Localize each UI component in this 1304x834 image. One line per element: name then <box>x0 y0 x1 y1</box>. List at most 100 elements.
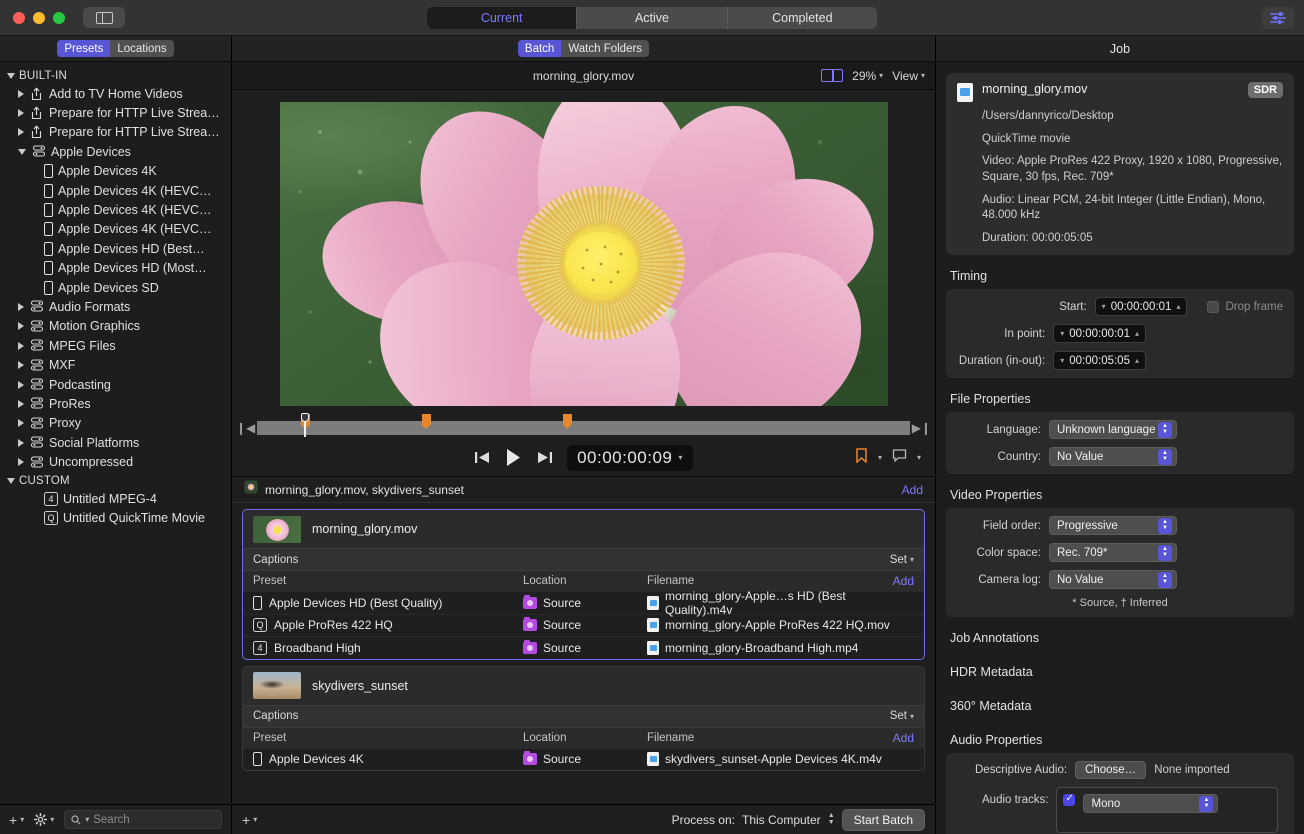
section-title-job-annotations[interactable]: Job Annotations <box>950 631 1294 645</box>
disclosure-triangle-icon[interactable] <box>18 128 24 137</box>
disclosure-triangle-icon[interactable] <box>18 438 24 447</box>
audio-track-select[interactable]: Mono ▲ ▼ <box>1083 794 1219 814</box>
output-row[interactable]: Apple Devices HD (Best Quality) Source m… <box>243 589 924 617</box>
job-card-morning-glory[interactable]: morning_glory.mov Captions Set ▾ Preset … <box>242 509 925 660</box>
chevron-up-icon[interactable]: ▴ <box>1135 356 1139 365</box>
process-on-value[interactable]: This Computer <box>742 813 821 827</box>
center-tab-group[interactable]: Batch Watch Folders <box>517 40 650 57</box>
close-window-button[interactable] <box>13 11 25 24</box>
language-select[interactable]: Unknown language ▲ ▼ <box>1049 420 1177 440</box>
scrub-end-icon[interactable]: ▶❙ <box>912 422 931 434</box>
output-row[interactable]: 4 Broadband High Source morning_glory-Br… <box>243 636 924 659</box>
output-add-link[interactable]: Add <box>893 574 914 588</box>
audio-track-checkbox[interactable] <box>1063 793 1076 807</box>
caption-bubble-icon[interactable] <box>892 448 907 467</box>
presets-locations-toggle[interactable]: Presets Locations <box>57 40 174 57</box>
maximize-window-button[interactable] <box>53 11 65 24</box>
disclosure-triangle-icon[interactable] <box>18 380 24 389</box>
skip-to-end-icon[interactable] <box>536 450 553 465</box>
audio-tracks-list[interactable]: Mono ▲▼ <box>1056 787 1279 834</box>
tree-item-proxy[interactable]: Proxy <box>0 414 231 433</box>
disclosure-triangle-icon[interactable] <box>18 399 24 408</box>
play-icon[interactable] <box>505 448 522 467</box>
disclosure-triangle-icon[interactable] <box>18 302 24 311</box>
chevron-up-icon[interactable]: ▴ <box>1176 302 1180 311</box>
timeline-marker[interactable] <box>563 414 573 429</box>
output-add-link[interactable]: Add <box>893 731 914 745</box>
sidebar-toggle-button[interactable] <box>83 7 125 28</box>
minimize-window-button[interactable] <box>33 11 45 24</box>
view-mode-segmented-control[interactable]: Current Active Completed <box>427 6 877 29</box>
tree-item-apple-devices-hd-most[interactable]: Apple Devices HD (Most… <box>0 259 231 278</box>
search-input[interactable]: ▾ Search <box>64 810 222 829</box>
job-card-skydivers-sunset[interactable]: skydivers_sunset Captions Set ▾ Preset L… <box>242 665 925 771</box>
inspector-toggle-button[interactable] <box>1262 6 1294 29</box>
add-job-button[interactable]: + ▾ <box>242 812 257 828</box>
scrubber-track[interactable] <box>257 413 910 437</box>
start-timecode-field[interactable]: ▾ 00:00:00:01 ▴ <box>1094 297 1188 317</box>
tree-item-audio-formats[interactable]: Audio Formats <box>0 297 231 316</box>
tree-item-apple-devices[interactable]: Apple Devices <box>0 142 231 161</box>
tab-active[interactable]: Active <box>577 6 728 29</box>
camera-log-select[interactable]: No Value ▲ ▼ <box>1049 570 1177 590</box>
split-view-icon[interactable] <box>821 69 844 82</box>
duration-timecode-field[interactable]: ▾ 00:00:05:05 ▴ <box>1053 351 1146 371</box>
view-menu-dropdown[interactable]: View ▾ <box>892 69 925 83</box>
tree-item-apple-devices-4k-hevc-2[interactable]: Apple Devices 4K (HEVC… <box>0 200 231 219</box>
tab-completed[interactable]: Completed <box>728 7 877 29</box>
output-row[interactable]: Apple Devices 4K Source skydivers_sunset… <box>243 747 924 770</box>
skip-to-start-icon[interactable] <box>474 450 491 465</box>
disclosure-triangle-icon[interactable] <box>7 73 15 79</box>
preset-settings-button[interactable]: ▾ <box>34 813 54 826</box>
color-space-select[interactable]: Rec. 709* ▲ ▼ <box>1049 543 1177 563</box>
tab-watch-folders[interactable]: Watch Folders <box>561 40 650 57</box>
output-row[interactable]: Q Apple ProRes 422 HQ Source morning_glo… <box>243 613 924 636</box>
drop-frame-toggle[interactable]: Drop frame <box>1207 300 1283 313</box>
scrub-start-icon[interactable]: ❙◀ <box>236 422 255 434</box>
start-batch-button[interactable]: Start Batch <box>841 808 925 831</box>
tree-item-uncompressed[interactable]: Uncompressed <box>0 452 231 471</box>
drop-frame-checkbox[interactable] <box>1207 300 1220 313</box>
tab-locations[interactable]: Locations <box>110 40 174 57</box>
chevron-down-icon[interactable]: ▾ <box>878 453 882 462</box>
tab-presets[interactable]: Presets <box>57 40 111 57</box>
tree-item-motion-graphics[interactable]: Motion Graphics <box>0 317 231 336</box>
add-preset-button[interactable]: + ▾ <box>9 812 24 828</box>
tree-item-prores[interactable]: ProRes <box>0 394 231 413</box>
timecode-display[interactable]: 00:00:00:09 ▾ <box>567 444 693 471</box>
tab-current[interactable]: Current <box>427 6 578 29</box>
playhead[interactable] <box>301 413 310 437</box>
job-header[interactable]: skydivers_sunset <box>243 666 924 705</box>
disclosure-triangle-icon[interactable] <box>18 419 24 428</box>
tree-item-apple-devices-4k[interactable]: Apple Devices 4K <box>0 162 231 181</box>
tree-item-mpeg-files[interactable]: MPEG Files <box>0 336 231 355</box>
field-order-select[interactable]: Progressive ▲ ▼ <box>1049 516 1177 536</box>
disclosure-triangle-icon[interactable] <box>18 322 24 331</box>
tree-item-add-to-tv-home-videos[interactable]: Add to TV Home Videos <box>0 84 231 103</box>
timeline-marker[interactable] <box>422 414 432 429</box>
tree-group-built-in[interactable]: BUILT-IN <box>0 67 231 84</box>
chevron-down-icon[interactable]: ▾ <box>917 453 921 462</box>
choose-descriptive-audio-button[interactable]: Choose… <box>1075 761 1147 780</box>
captions-row[interactable]: Captions Set ▾ <box>243 704 924 727</box>
tree-item-podcasting[interactable]: Podcasting <box>0 375 231 394</box>
chevron-down-icon[interactable]: ▾ <box>1060 356 1064 365</box>
tree-item-social-platforms[interactable]: Social Platforms <box>0 433 231 452</box>
tree-item-mxf[interactable]: MXF <box>0 355 231 374</box>
disclosure-triangle-icon[interactable] <box>18 109 24 118</box>
in-point-timecode-field[interactable]: ▾ 00:00:00:01 ▴ <box>1053 324 1146 344</box>
tree-item-untitled-mpeg-4[interactable]: 4 Untitled MPEG-4 <box>0 489 231 508</box>
tree-group-custom[interactable]: CUSTOM <box>0 472 231 489</box>
captions-set-dropdown[interactable]: Set ▾ <box>890 710 914 722</box>
tree-item-apple-devices-hd-best[interactable]: Apple Devices HD (Best… <box>0 239 231 258</box>
bookmark-icon[interactable] <box>855 447 868 468</box>
job-header[interactable]: morning_glory.mov <box>243 510 924 548</box>
captions-row[interactable]: Captions Set ▾ <box>243 548 924 570</box>
disclosure-triangle-icon[interactable] <box>7 477 15 484</box>
disclosure-triangle-icon[interactable] <box>18 341 24 350</box>
tree-item-untitled-quicktime-movie[interactable]: Q Untitled QuickTime Movie <box>0 508 231 527</box>
tree-item-prepare-for-http-live-streaming-1[interactable]: Prepare for HTTP Live Strea… <box>0 103 231 122</box>
disclosure-triangle-icon[interactable] <box>18 89 24 98</box>
zoom-level-dropdown[interactable]: 29% ▾ <box>852 69 883 83</box>
chevron-up-icon[interactable]: ▴ <box>1135 329 1139 338</box>
